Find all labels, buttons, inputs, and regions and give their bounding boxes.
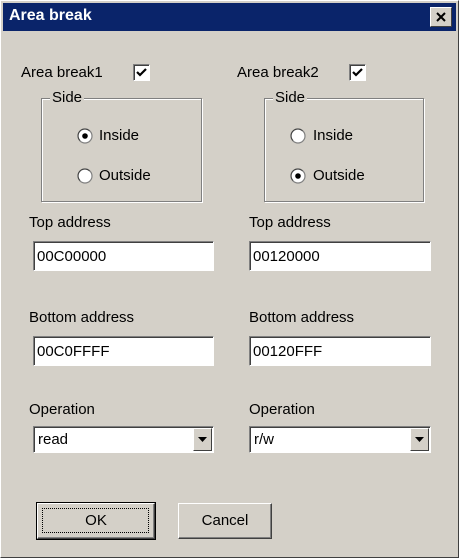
bottom-address-label-area1: Bottom address <box>29 309 135 326</box>
operation-select-area1[interactable]: read <box>33 426 214 453</box>
radio-outside-label: Outside <box>313 167 365 184</box>
top-address-input-area2[interactable] <box>249 241 431 271</box>
title-bar[interactable]: Area break <box>3 3 456 31</box>
operation-value-area1: read <box>38 431 69 448</box>
operation-value-area2: r/w <box>254 431 274 448</box>
top-address-label-area2: Top address <box>249 214 331 231</box>
side-group-area1 <box>41 98 202 202</box>
top-address-input-area1[interactable] <box>33 241 214 271</box>
operation-label-area1: Operation <box>29 401 95 418</box>
ok-button[interactable]: OK <box>36 502 156 540</box>
top-address-label-area1: Top address <box>29 214 111 231</box>
operation-label-area2: Operation <box>249 401 315 418</box>
area-break1-label: Area break1 <box>21 64 103 81</box>
area-break2-checkbox[interactable] <box>349 64 366 81</box>
operation-select-area2[interactable]: r/w <box>249 426 431 453</box>
radio-outside-area2[interactable] <box>290 168 306 184</box>
radio-inside-area2[interactable] <box>290 128 306 144</box>
chevron-down-icon <box>198 437 207 442</box>
bottom-address-label-area2: Bottom address <box>249 309 355 326</box>
side-group-area2 <box>264 98 424 202</box>
side-group-legend: Side <box>273 89 308 106</box>
side-group-legend: Side <box>50 89 85 106</box>
area-break1-checkbox[interactable] <box>133 64 150 81</box>
bottom-address-input-area1[interactable] <box>33 336 214 366</box>
radio-inside-label: Inside <box>313 127 354 144</box>
area-break-dialog: Area break Area break1 Side Inside Outsi… <box>0 0 459 558</box>
cancel-button[interactable]: Cancel <box>178 503 272 539</box>
dropdown-button-area1[interactable] <box>193 428 212 451</box>
close-button[interactable] <box>430 7 452 27</box>
radio-outside-label: Outside <box>99 167 151 184</box>
chevron-down-icon <box>415 437 424 442</box>
radio-inside-area1[interactable] <box>77 128 93 144</box>
checkmark-icon <box>352 68 363 77</box>
cancel-button-label: Cancel <box>201 512 249 529</box>
focus-rect <box>42 508 149 533</box>
radio-outside-area1[interactable] <box>77 168 93 184</box>
window-title: Area break <box>9 7 92 24</box>
bottom-address-input-area2[interactable] <box>249 336 431 366</box>
close-icon <box>436 12 446 22</box>
checkmark-icon <box>136 68 147 77</box>
area-break2-label: Area break2 <box>237 64 319 81</box>
dropdown-button-area2[interactable] <box>410 428 429 451</box>
radio-inside-label: Inside <box>99 127 140 144</box>
